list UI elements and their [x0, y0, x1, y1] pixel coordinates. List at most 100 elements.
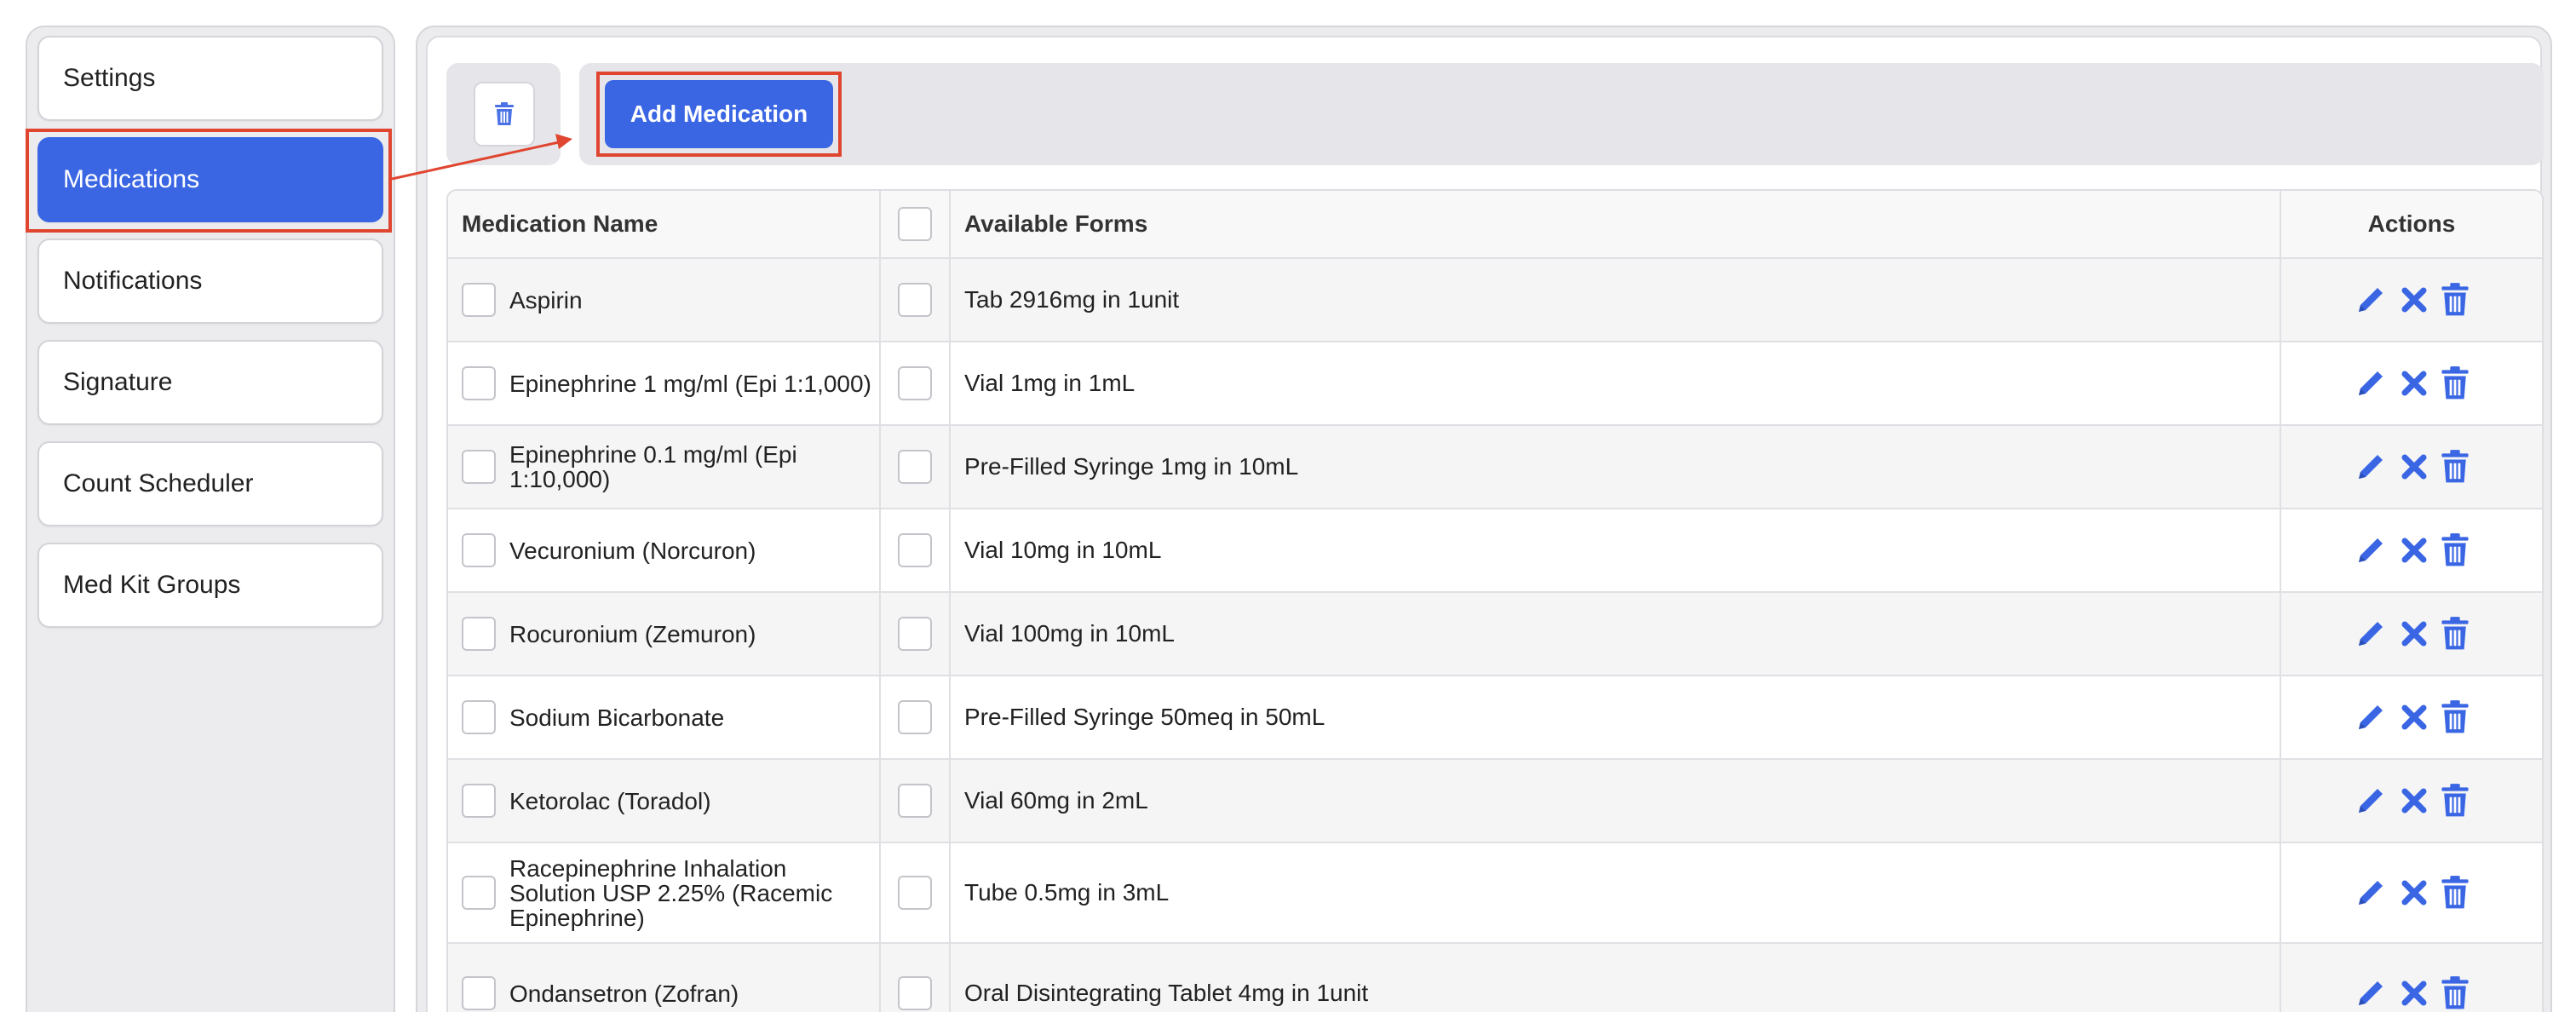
row-select-checkbox[interactable]: [462, 450, 496, 484]
select-all-checkbox[interactable]: [898, 207, 932, 241]
row-actions: [2280, 843, 2542, 942]
row-select-checkbox[interactable]: [462, 876, 496, 910]
row-select-checkbox[interactable]: [462, 784, 496, 818]
form-select-cell: [879, 843, 949, 942]
pencil-icon[interactable]: [2354, 784, 2388, 818]
trash-icon[interactable]: [2441, 450, 2470, 484]
trash-icon[interactable]: [2441, 784, 2470, 818]
form-select-cell: [879, 509, 949, 591]
row-select-checkbox[interactable]: [462, 700, 496, 734]
available-form-cell: Pre-Filled Syringe 50meq in 50mL: [949, 676, 2280, 758]
medication-name: Racepinephrine Inhalation Solution USP 2…: [509, 854, 833, 931]
sidebar-item-label: Notifications: [63, 267, 203, 295]
trash-icon[interactable]: [2441, 617, 2470, 651]
available-form-cell: Tube 0.5mg in 3mL: [949, 843, 2280, 942]
row-actions: [2280, 676, 2542, 758]
medication-name: Epinephrine 0.1 mg/ml (Epi 1:10,000): [509, 441, 797, 492]
table-row: Ketorolac (Toradol) Vial 60mg in 2mL: [448, 758, 2542, 842]
form-select-cell: [879, 676, 949, 758]
pencil-icon[interactable]: [2354, 976, 2388, 1010]
x-icon[interactable]: [2400, 452, 2429, 481]
available-form-cell: Tab 2916mg in 1unit: [949, 259, 2280, 341]
form-select-cell: [879, 593, 949, 675]
form-select-checkbox[interactable]: [898, 617, 932, 651]
x-icon[interactable]: [2400, 369, 2429, 398]
medication-name-cell: Vecuronium (Norcuron): [448, 509, 879, 591]
table-row: Ondansetron (Zofran) Oral Disintegrating …: [448, 942, 2542, 1012]
row-select-checkbox[interactable]: [462, 533, 496, 567]
settings-sidebar: Settings Medications Notifications Signa…: [26, 26, 395, 1012]
form-select-cell: [879, 426, 949, 508]
sidebar-item-signature[interactable]: Signature: [37, 340, 383, 425]
pencil-icon[interactable]: [2354, 876, 2388, 910]
x-icon[interactable]: [2400, 703, 2429, 732]
form-select-checkbox[interactable]: [898, 450, 932, 484]
form-select-checkbox[interactable]: [898, 876, 932, 910]
available-form-cell: Vial 10mg in 10mL: [949, 509, 2280, 591]
row-actions: [2280, 342, 2542, 424]
medication-name: Ondansetron (Zofran): [509, 980, 739, 1007]
table-row: Epinephrine 1 mg/ml (Epi 1:1,000) Vial 1m…: [448, 341, 2542, 424]
form-select-checkbox[interactable]: [898, 784, 932, 818]
pencil-icon[interactable]: [2354, 700, 2388, 734]
pencil-icon[interactable]: [2354, 450, 2388, 484]
x-icon[interactable]: [2400, 979, 2429, 1008]
available-form-cell: Vial 100mg in 10mL: [949, 593, 2280, 675]
trash-icon[interactable]: [2441, 700, 2470, 734]
medication-name-cell: Epinephrine 1 mg/ml (Epi 1:1,000): [448, 342, 879, 424]
trash-icon[interactable]: [2441, 976, 2470, 1010]
pencil-icon[interactable]: [2354, 283, 2388, 317]
x-icon[interactable]: [2400, 285, 2429, 314]
form-select-checkbox[interactable]: [898, 533, 932, 567]
pencil-icon[interactable]: [2354, 366, 2388, 400]
sidebar-item-med-kit-groups[interactable]: Med Kit Groups: [37, 543, 383, 628]
medication-name: Aspirin: [509, 286, 583, 313]
medication-name: Epinephrine 1 mg/ml (Epi 1:1,000): [509, 370, 871, 397]
medication-name-cell: Racepinephrine Inhalation Solution USP 2…: [448, 843, 879, 942]
pencil-icon[interactable]: [2354, 617, 2388, 651]
medications-content: Add Medication Medication Name Available…: [426, 36, 2544, 1012]
column-header-select: [879, 191, 949, 257]
row-select-checkbox[interactable]: [462, 976, 496, 1010]
form-select-checkbox[interactable]: [898, 700, 932, 734]
form-select-cell: [879, 760, 949, 842]
bulk-delete-area: [446, 63, 561, 165]
form-select-cell: [879, 342, 949, 424]
available-form-cell: Oral Disintegrating Tablet 4mg in 1unit: [949, 944, 2280, 1012]
trash-icon[interactable]: [2441, 283, 2470, 317]
form-select-checkbox[interactable]: [898, 283, 932, 317]
add-medication-button[interactable]: Add Medication: [605, 80, 833, 148]
sidebar-item-medications[interactable]: Medications: [37, 137, 383, 222]
sidebar-item-settings[interactable]: Settings: [37, 36, 383, 121]
available-form-cell: Pre-Filled Syringe 1mg in 10mL: [949, 426, 2280, 508]
bulk-delete-button[interactable]: [474, 82, 535, 147]
row-select-checkbox[interactable]: [462, 617, 496, 651]
trash-icon[interactable]: [2441, 533, 2470, 567]
pencil-icon[interactable]: [2354, 533, 2388, 567]
trash-icon[interactable]: [2441, 366, 2470, 400]
table-row: Rocuronium (Zemuron) Vial 100mg in 10mL: [448, 591, 2542, 675]
row-actions: [2280, 593, 2542, 675]
trash-icon[interactable]: [2441, 876, 2470, 910]
x-icon[interactable]: [2400, 786, 2429, 815]
row-select-checkbox[interactable]: [462, 366, 496, 400]
x-icon[interactable]: [2400, 619, 2429, 648]
form-select-checkbox[interactable]: [898, 366, 932, 400]
medication-name-cell: Epinephrine 0.1 mg/ml (Epi 1:10,000): [448, 426, 879, 508]
form-select-checkbox[interactable]: [898, 976, 932, 1010]
x-icon[interactable]: [2400, 536, 2429, 565]
table-row: Epinephrine 0.1 mg/ml (Epi 1:10,000) Pre-…: [448, 424, 2542, 508]
x-icon[interactable]: [2400, 878, 2429, 907]
sidebar-item-label: Count Scheduler: [63, 469, 254, 497]
row-select-checkbox[interactable]: [462, 283, 496, 317]
sidebar-item-label: Med Kit Groups: [63, 571, 241, 599]
medication-name-cell: Sodium Bicarbonate: [448, 676, 879, 758]
available-form-cell: Vial 1mg in 1mL: [949, 342, 2280, 424]
row-actions: [2280, 259, 2542, 341]
medication-name: Sodium Bicarbonate: [509, 704, 725, 731]
sidebar-item-count-scheduler[interactable]: Count Scheduler: [37, 441, 383, 526]
trash-icon: [495, 102, 514, 125]
medication-name: Vecuronium (Norcuron): [509, 537, 756, 564]
row-actions: [2280, 509, 2542, 591]
sidebar-item-notifications[interactable]: Notifications: [37, 239, 383, 324]
